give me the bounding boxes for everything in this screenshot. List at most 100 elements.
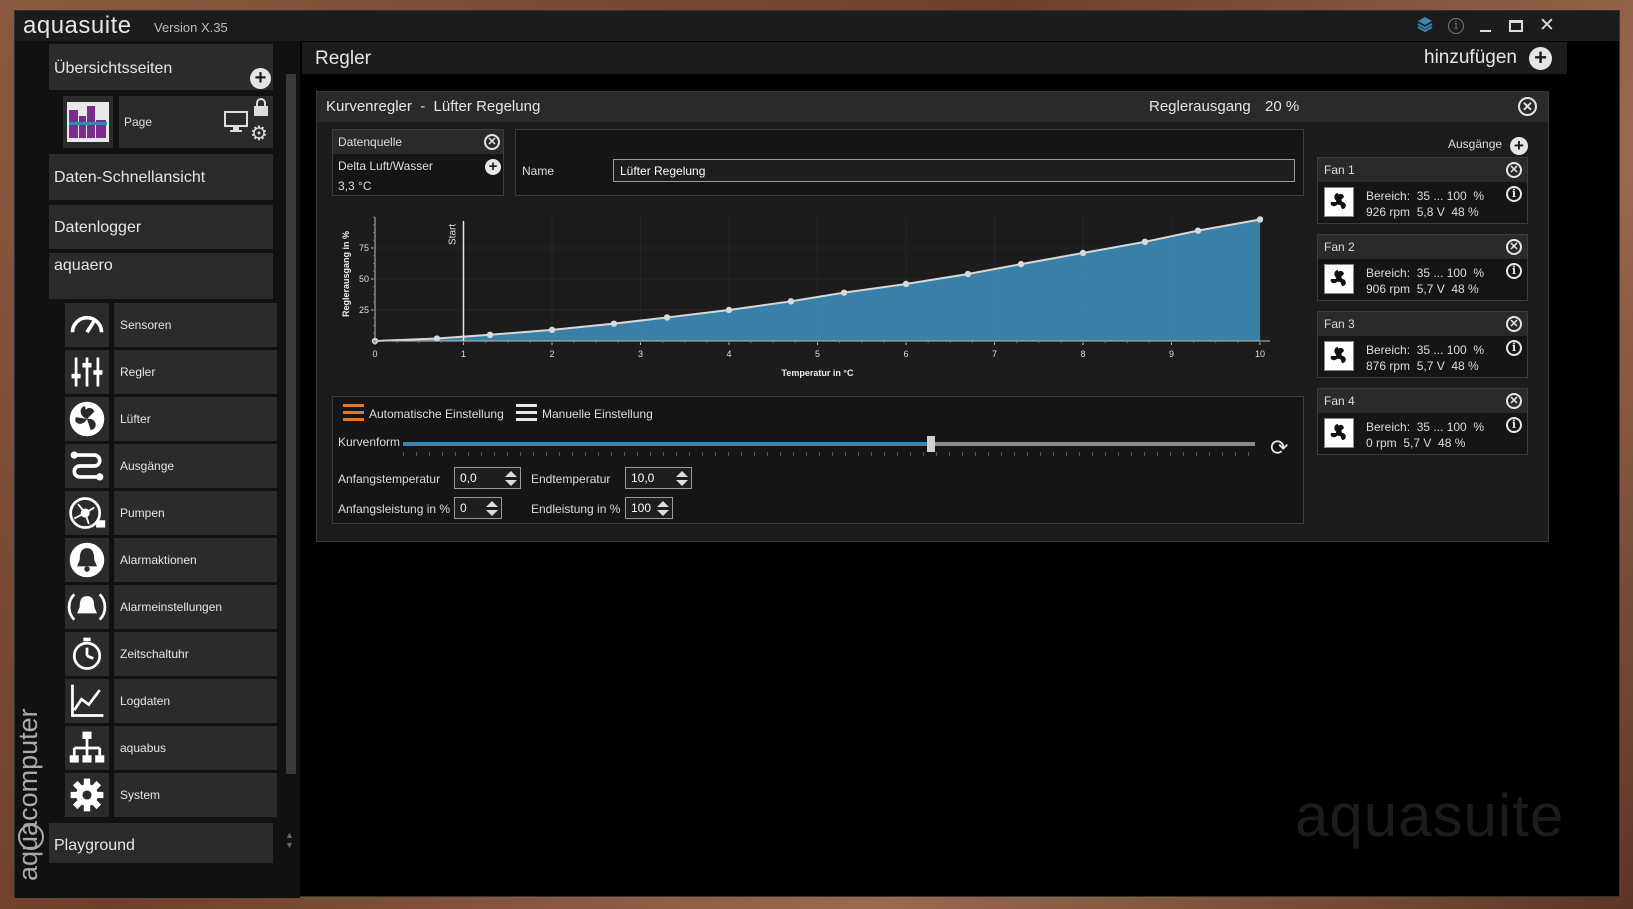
gear-icon[interactable]: ⚙ [250, 124, 268, 144]
layers-icon[interactable] [1414, 15, 1436, 37]
panel-header: Kurvenregler - Lüfter Regelung Regleraus… [317, 92, 1548, 122]
page-item[interactable]: Page ⚙ [119, 96, 273, 148]
fan-status: 926 rpm 5,8 V 48 % [1366, 205, 1479, 219]
output-card[interactable]: Fan 3 ✕ Bereich: 35 ... 100 % 876 rpm 5,7 V… [1317, 311, 1528, 378]
minimize-button[interactable] [1474, 15, 1496, 37]
fan-name: Fan 4 [1324, 394, 1355, 408]
remove-datasource-icon[interactable]: ✕ [484, 134, 500, 150]
close-panel-icon[interactable]: ✕ [1518, 97, 1537, 116]
curve-chart[interactable]: 0 1 2 3 4 5 6 7 8 9 10 25 50 75 Start Temperatur in °C R… [332, 207, 1304, 382]
datalogger-item[interactable]: Datenlogger [49, 205, 273, 249]
add-overview-icon[interactable]: + [250, 68, 271, 89]
fan-range: Bereich: 35 ... 100 % [1366, 266, 1485, 280]
overview-title: Übersichtsseiten [54, 60, 173, 77]
remove-output-icon[interactable]: ✕ [1506, 239, 1522, 255]
auto-mode-icon[interactable] [343, 404, 364, 421]
sidebar-item-zeitschaltuhr[interactable]: Zeitschaltuhr [65, 632, 280, 676]
gear-icon [65, 773, 109, 817]
maximize-button[interactable] [1505, 15, 1527, 37]
curve-slider-track[interactable] [403, 436, 1255, 452]
manual-mode-label[interactable]: Manuelle Einstellung [542, 407, 653, 421]
end-temp-value: 10,0 [631, 471, 655, 485]
fan-info-icon[interactable]: i [1506, 340, 1522, 356]
sidebar-item-ausgänge[interactable]: Ausgänge [65, 444, 280, 488]
reset-icon[interactable]: ⟳ [1270, 435, 1288, 461]
start-temp-label: Anfangstemperatur [338, 472, 441, 486]
fan-range: Bereich: 35 ... 100 % [1366, 189, 1485, 203]
name-box: Name [515, 129, 1304, 196]
sidebar-item-alarmeinstellungen[interactable]: Alarmeinstellungen [65, 585, 280, 629]
fan-icon [1324, 341, 1354, 371]
sidebar-item-system[interactable]: System [65, 773, 280, 817]
output-card[interactable]: Fan 1 ✕ Bereich: 35 ... 100 % 926 rpm 5,8 V… [1317, 157, 1528, 224]
output-card[interactable]: Fan 2 ✕ Bereich: 35 ... 100 % 906 rpm 5,7 V… [1317, 234, 1528, 301]
monitor-icon[interactable] [224, 111, 248, 138]
end-power-value: 100 [631, 501, 652, 515]
output-value: 20 % [1265, 98, 1300, 115]
sidebar-item-label: System [114, 773, 277, 817]
add-datasource-icon[interactable]: + [485, 159, 501, 175]
end-power-input[interactable]: 100 [625, 497, 673, 519]
device-item[interactable]: aquaero [49, 253, 273, 299]
x-tick-label: 6 [903, 349, 908, 359]
outputs-label: Ausgänge [1448, 137, 1503, 151]
sidebar-item-logdaten[interactable]: Logdaten [65, 679, 280, 723]
end-temp-input[interactable]: 10,0 [625, 467, 692, 489]
name-input[interactable] [613, 159, 1295, 182]
scroll-arrows-icon[interactable]: ▲ ▼ [285, 830, 294, 850]
x-tick-label: 1 [461, 349, 466, 359]
x-tick-label: 9 [1169, 349, 1174, 359]
curve-slider-thumb[interactable] [927, 436, 936, 452]
start-temp-input[interactable]: 0,0 [454, 467, 521, 489]
y-axis-label: Reglerausgang in % [341, 231, 351, 317]
start-power-value: 0 [460, 501, 467, 515]
fan-info-icon[interactable]: i [1506, 417, 1522, 433]
x-tick-label: 10 [1255, 349, 1265, 359]
sidebar-item-regler[interactable]: Regler [65, 350, 280, 394]
sidebar-item-aquabus[interactable]: aquabus [65, 726, 280, 770]
name-label: Name [522, 164, 555, 178]
fan-icon [65, 397, 109, 441]
remove-output-icon[interactable]: ✕ [1506, 162, 1522, 178]
remove-output-icon[interactable]: ✕ [1506, 393, 1522, 409]
page-thumbnail[interactable] [63, 96, 113, 148]
auto-mode-label[interactable]: Automatische Einstellung [369, 407, 504, 421]
overview-section[interactable]: Übersichtsseiten + [49, 44, 273, 90]
start-power-input[interactable]: 0 [454, 497, 502, 519]
app-window: aquasuite Version X.35 i ✕ Übersichtssei… [13, 10, 1620, 898]
fan-info-icon[interactable]: i [1506, 186, 1522, 202]
sidebar-item-label: Pumpen [114, 491, 277, 535]
brand-logo: aquacomputer [13, 691, 43, 881]
page-title: Regler [315, 48, 371, 69]
x-tick-label: 4 [726, 349, 731, 359]
sidebar-item-label: aquabus [114, 726, 277, 770]
sidebar-scrollbar[interactable] [286, 74, 296, 774]
add-output-icon[interactable]: + [1510, 137, 1528, 155]
manual-mode-icon[interactable] [516, 404, 537, 421]
add-controller-label[interactable]: hinzufügen [1424, 47, 1517, 69]
sidebar-item-pumpen[interactable]: Pumpen [65, 491, 280, 535]
info-icon[interactable]: i [1445, 15, 1467, 37]
sidebar-item-sensoren[interactable]: Sensoren [65, 303, 280, 347]
end-temp-label: Endtemperatur [531, 472, 611, 486]
quick-view-item[interactable]: Daten-Schnellansicht [49, 154, 273, 200]
sidebar-item-lüfter[interactable]: Lüfter [65, 397, 280, 441]
datalogger-label: Datenlogger [54, 219, 142, 236]
curve-point [663, 314, 671, 321]
playground-item[interactable]: Playground [49, 823, 273, 863]
sidebar-item-label: Ausgänge [114, 444, 277, 488]
add-controller-icon[interactable]: + [1529, 47, 1552, 70]
sidebar-item-alarmaktionen[interactable]: Alarmaktionen [65, 538, 280, 582]
x-tick-label: 7 [992, 349, 997, 359]
close-button[interactable]: ✕ [1536, 15, 1558, 37]
output-card[interactable]: Fan 4 ✕ Bereich: 35 ... 100 % 0 rpm 5,7 V 4… [1317, 388, 1528, 455]
app-title: aquasuite [23, 12, 132, 39]
output-card-header: Fan 2 [1318, 235, 1527, 259]
sidebar-item-label: Alarmaktionen [114, 538, 277, 582]
sliders-icon [65, 350, 109, 394]
lock-icon[interactable] [253, 98, 269, 121]
fan-info-icon[interactable]: i [1506, 263, 1522, 279]
brand-mark-icon [18, 824, 44, 850]
remove-output-icon[interactable]: ✕ [1506, 316, 1522, 332]
x-tick-label: 0 [372, 349, 377, 359]
